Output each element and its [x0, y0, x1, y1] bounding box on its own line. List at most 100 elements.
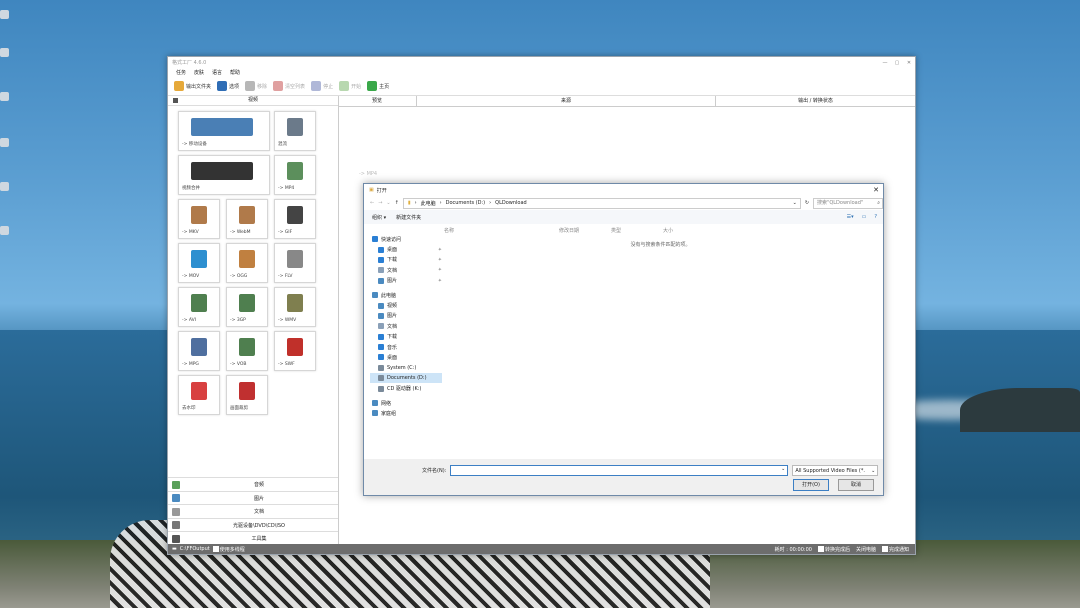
nav-item-15[interactable]: 网络 [370, 398, 442, 408]
organize-button[interactable]: 组织 ▾ [372, 214, 386, 221]
multithread-checkbox[interactable]: 使用多线程 [212, 546, 245, 553]
filename-input[interactable]: ⌄ [450, 465, 789, 476]
tool-tile-17[interactable]: 画面裁剪 [226, 375, 268, 415]
desktop-icon[interactable] [0, 10, 9, 19]
nav-item-8[interactable]: 文档 [370, 321, 442, 331]
breadcrumb-qldownload[interactable]: QLDownload [495, 200, 527, 206]
nav-item-12[interactable]: System (C:) [370, 363, 442, 373]
nav-item-11[interactable]: 桌面 [370, 352, 442, 362]
tool-tile-4[interactable]: -> MKV [178, 199, 220, 239]
address-bar[interactable]: ▮ › 此电脑 › Documents (D:) › QLDownload ⌄ [402, 197, 801, 209]
back-icon[interactable]: ← [370, 200, 374, 206]
tool-tile-5[interactable]: -> WebM [226, 199, 268, 239]
column-modified[interactable]: 修改日期 [559, 227, 611, 235]
cancel-button[interactable]: 取消 [838, 479, 874, 491]
after-done-checkbox[interactable]: 转换完成后 [817, 546, 850, 553]
nav-item-6[interactable]: 视频 [370, 300, 442, 310]
tool-tile-13[interactable]: -> MPG [178, 331, 220, 371]
help-icon[interactable]: ? [874, 214, 877, 220]
nav-item-1[interactable]: 桌面 ✦ [370, 244, 442, 254]
nav-item-label: 网络 [381, 400, 392, 407]
toolbar-button-1[interactable]: 选项 [217, 81, 239, 91]
forward-icon[interactable]: → [378, 200, 382, 206]
search-box[interactable]: 搜索"QLDownload" ⌕ [813, 197, 883, 209]
breadcrumb-documents-d[interactable]: Documents (D:) [446, 200, 486, 206]
preview-pane-icon[interactable]: ▭ [862, 214, 867, 220]
nav-item-16[interactable]: 家庭组 [370, 408, 442, 418]
tool-tile-0[interactable]: -> 移动设备 [178, 111, 270, 151]
nav-item-5[interactable]: 此电脑 [370, 290, 442, 300]
nav-item-10[interactable]: 音乐 [370, 342, 442, 352]
open-file-dialog: ▣ 打开 ✕ ← → ⌄ ↑ ▮ › 此电脑 › Documents (D:) … [363, 183, 884, 496]
toolbar-label: 停止 [323, 83, 334, 90]
toolbar-button-2[interactable]: 移除 [245, 81, 267, 91]
recent-dropdown-icon[interactable]: ⌄ [386, 200, 390, 206]
address-dropdown-icon[interactable]: ⌄ [793, 200, 800, 206]
menu-task[interactable]: 任务 [176, 69, 186, 76]
open-button[interactable]: 打开(O) [793, 479, 829, 491]
column-preview[interactable]: 预览 [338, 96, 417, 106]
menu-skin[interactable]: 皮肤 [194, 69, 204, 76]
desktop-icon[interactable] [0, 138, 9, 147]
nav-item-14[interactable]: CD 驱动器 (K:) [370, 383, 442, 393]
tool-tile-15[interactable]: -> SWF [274, 331, 316, 371]
view-options-icon[interactable]: ☰▾ [847, 214, 854, 220]
tool-tile-1[interactable]: 混流 [274, 111, 316, 151]
column-source[interactable]: 来源 [417, 96, 716, 106]
category-3[interactable]: 光驱设备\DVD\CD\ISO [168, 517, 338, 532]
maximize-button[interactable]: ▢ [891, 60, 903, 66]
category-0[interactable]: 音频 [168, 477, 338, 491]
nav-item-13[interactable]: Documents (D:) [370, 373, 442, 384]
column-size[interactable]: 大小 [663, 227, 703, 235]
toolbar-button-5[interactable]: 开始 [339, 81, 361, 91]
refresh-icon[interactable]: ↻ [805, 200, 809, 206]
tool-tile-6[interactable]: -> GIF [274, 199, 316, 239]
tool-tile-12[interactable]: -> WMV [274, 287, 316, 327]
close-button[interactable]: ✕ [903, 60, 915, 66]
filetype-select[interactable]: All Supported Video Files (*. ⌄ [792, 465, 879, 476]
desktop-icon[interactable] [0, 226, 9, 235]
new-folder-button[interactable]: 新建文件夹 [396, 214, 421, 221]
tool-tile-11[interactable]: -> 3GP [226, 287, 268, 327]
breadcrumb-this-pc[interactable]: 此电脑 [421, 200, 436, 207]
tool-tile-2[interactable]: 视频合并 [178, 155, 270, 195]
tool-tile-10[interactable]: -> AVI [178, 287, 220, 327]
tool-tile-9[interactable]: -> FLV [274, 243, 316, 283]
tool-tile-16[interactable]: 去水印 [178, 375, 220, 415]
dialog-close-button[interactable]: ✕ [869, 186, 883, 194]
menu-help[interactable]: 帮助 [230, 69, 240, 76]
desktop-icon[interactable] [0, 182, 9, 191]
category-2[interactable]: 文档 [168, 504, 338, 518]
column-name[interactable]: 名称 [444, 227, 559, 235]
toolbar-button-6[interactable]: 主页 [367, 81, 389, 91]
toolbar-button-4[interactable]: 停止 [311, 81, 333, 91]
nav-item-3[interactable]: 文档 ✦ [370, 265, 442, 275]
nav-item-label: 下载 [387, 334, 398, 341]
video-section-header[interactable]: 视频 [168, 96, 338, 106]
filetype-dropdown-icon: ⌄ [871, 467, 876, 474]
notify-checkbox[interactable]: 完成通知 [881, 546, 909, 553]
tool-tile-8[interactable]: -> OGG [226, 243, 268, 283]
nav-item-7[interactable]: 图片 [370, 311, 442, 321]
tool-tile-7[interactable]: -> MOV [178, 243, 220, 283]
filename-dropdown-icon[interactable]: ⌄ [781, 466, 787, 475]
column-type[interactable]: 类型 [611, 227, 663, 235]
column-output-status[interactable]: 输出 / 转换状态 [716, 96, 915, 106]
tool-tile-14[interactable]: -> VOB [226, 331, 268, 371]
category-1[interactable]: 图片 [168, 490, 338, 505]
desktop-icon[interactable] [0, 92, 9, 101]
tool-tile-3[interactable]: -> MP4 [274, 155, 316, 195]
command-bar: 组织 ▾ 新建文件夹 ☰▾ ▭ ? [364, 210, 883, 224]
nav-item-2[interactable]: 下载 ✦ [370, 255, 442, 265]
toolbar-button-0[interactable]: 输出文件夹 [174, 81, 211, 91]
nav-item-0[interactable]: 快速访问 [370, 234, 442, 244]
desktop-icon[interactable] [0, 48, 9, 57]
category-4[interactable]: 工具集 [168, 531, 338, 545]
menu-language[interactable]: 语言 [212, 69, 222, 76]
nav-item-9[interactable]: 下载 [370, 332, 442, 342]
output-path[interactable]: C:\FFOutput [180, 546, 210, 552]
toolbar-button-3[interactable]: 清空列表 [273, 81, 305, 91]
nav-item-4[interactable]: 图片 ✦ [370, 276, 442, 286]
up-icon[interactable]: ↑ [395, 200, 399, 206]
minimize-button[interactable]: — [879, 60, 891, 66]
